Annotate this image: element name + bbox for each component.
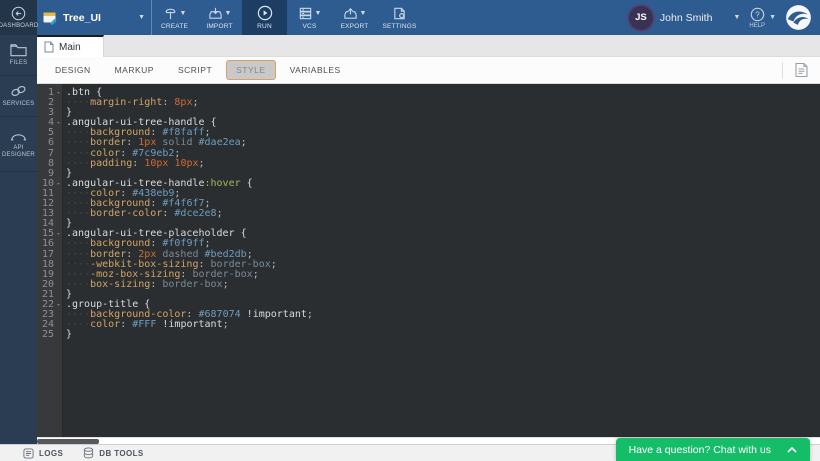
play-icon bbox=[257, 5, 273, 21]
vcs-button[interactable]: ▼ VCS bbox=[287, 0, 332, 35]
chevron-down-icon: ▼ bbox=[138, 14, 145, 21]
import-tray-icon bbox=[208, 6, 223, 21]
tab-markup[interactable]: MARKUP bbox=[105, 60, 164, 80]
chevron-down-icon: ▼ bbox=[733, 14, 740, 21]
sidebar-item-api-designer[interactable]: API DESIGNER bbox=[0, 117, 37, 172]
page-icon bbox=[44, 41, 54, 53]
export-tray-icon bbox=[343, 6, 358, 21]
dashboard-button[interactable]: DASHBOARD bbox=[0, 0, 37, 35]
tab-design[interactable]: DESIGN bbox=[45, 60, 101, 80]
code-line: 20····box-sizing: border-box; bbox=[37, 280, 820, 290]
file-tab-bar: Main bbox=[37, 35, 820, 57]
tab-main[interactable]: Main bbox=[37, 35, 104, 57]
tab-style[interactable]: STYLE bbox=[226, 60, 275, 80]
help-question-icon: ? bbox=[750, 7, 765, 22]
link-icon bbox=[10, 84, 27, 98]
chevron-down-icon: ▼ bbox=[180, 10, 187, 17]
snippets-button[interactable] bbox=[783, 62, 820, 78]
help-menu[interactable]: ? HELP ▼ bbox=[749, 7, 776, 29]
toolbar: ▼ CREATE ▼ IMPORT RUN ▼ VCS bbox=[152, 0, 422, 35]
tab-script[interactable]: SCRIPT bbox=[168, 60, 222, 80]
chevron-up-icon bbox=[787, 447, 797, 453]
help-label: HELP bbox=[749, 23, 765, 29]
page-gear-icon bbox=[392, 6, 407, 21]
dashboard-label: DASHBOARD bbox=[0, 23, 38, 29]
settings-button[interactable]: SETTINGS bbox=[377, 0, 422, 35]
logs-button[interactable]: LOGS bbox=[23, 448, 63, 459]
top-bar: DASHBOARD Tree_UI ▼ ▼ CREATE ▼ IMPORT bbox=[0, 0, 820, 35]
create-button[interactable]: ▼ CREATE bbox=[152, 0, 197, 35]
db-tools-button[interactable]: DB TOOLS bbox=[83, 447, 143, 459]
code-line: 24····color: #FFF !important; bbox=[37, 320, 820, 330]
folder-icon bbox=[10, 43, 27, 57]
server-stack-icon bbox=[298, 6, 313, 21]
chevron-down-icon: ▼ bbox=[769, 14, 776, 21]
arc-icon bbox=[10, 130, 27, 142]
brand-wave-logo bbox=[785, 4, 812, 31]
sidebar-item-files[interactable]: FILES bbox=[0, 35, 37, 76]
user-menu[interactable]: JS John Smith ▼ bbox=[629, 6, 740, 30]
chat-with-us-button[interactable]: Have a question? Chat with us bbox=[616, 438, 810, 461]
chevron-down-icon: ▼ bbox=[360, 10, 367, 17]
svg-text:?: ? bbox=[755, 10, 760, 19]
code-line: 21} bbox=[37, 290, 820, 300]
back-dashboard-icon bbox=[11, 6, 26, 21]
sidebar-item-services[interactable]: SERVICES bbox=[0, 76, 37, 117]
tab-variables[interactable]: VARIABLES bbox=[280, 60, 351, 80]
code-editor[interactable]: 1-.btn {2····margin-right: 8px;3}4-.angu… bbox=[37, 84, 820, 437]
export-button[interactable]: ▼ EXPORT bbox=[332, 0, 377, 35]
editor-mode-tabs: DESIGN MARKUP SCRIPT STYLE VARIABLES bbox=[37, 57, 820, 84]
logs-icon bbox=[23, 448, 34, 459]
project-app-icon bbox=[43, 11, 57, 25]
chevron-down-icon: ▼ bbox=[315, 10, 322, 17]
left-nav: FILES SERVICES API DESIGNER bbox=[0, 35, 37, 444]
import-button[interactable]: ▼ IMPORT bbox=[197, 0, 242, 35]
user-name: John Smith bbox=[660, 12, 713, 24]
code-line: 13····border-color: #dce2e8; bbox=[37, 209, 820, 219]
project-selector[interactable]: Tree_UI ▼ bbox=[37, 0, 152, 35]
database-icon bbox=[83, 447, 94, 459]
project-name: Tree_UI bbox=[63, 12, 101, 24]
code-lines: 1-.btn {2····margin-right: 8px;3}4-.angu… bbox=[37, 84, 820, 340]
chevron-down-icon: ▼ bbox=[225, 10, 232, 17]
avatar: JS bbox=[629, 6, 653, 30]
subtab-right-actions bbox=[782, 57, 820, 83]
hammer-icon bbox=[163, 6, 178, 21]
run-button[interactable]: RUN bbox=[242, 0, 287, 35]
topbar-right: JS John Smith ▼ ? HELP ▼ bbox=[629, 0, 820, 35]
code-line: 25} bbox=[37, 330, 820, 340]
code-line: 2····margin-right: 8px; bbox=[37, 98, 820, 108]
app-window: DASHBOARD Tree_UI ▼ ▼ CREATE ▼ IMPORT bbox=[0, 0, 820, 461]
main-area: Main DESIGN MARKUP SCRIPT STYLE VARIABLE… bbox=[37, 35, 820, 444]
code-line: 8····padding: 10px 10px; bbox=[37, 159, 820, 169]
